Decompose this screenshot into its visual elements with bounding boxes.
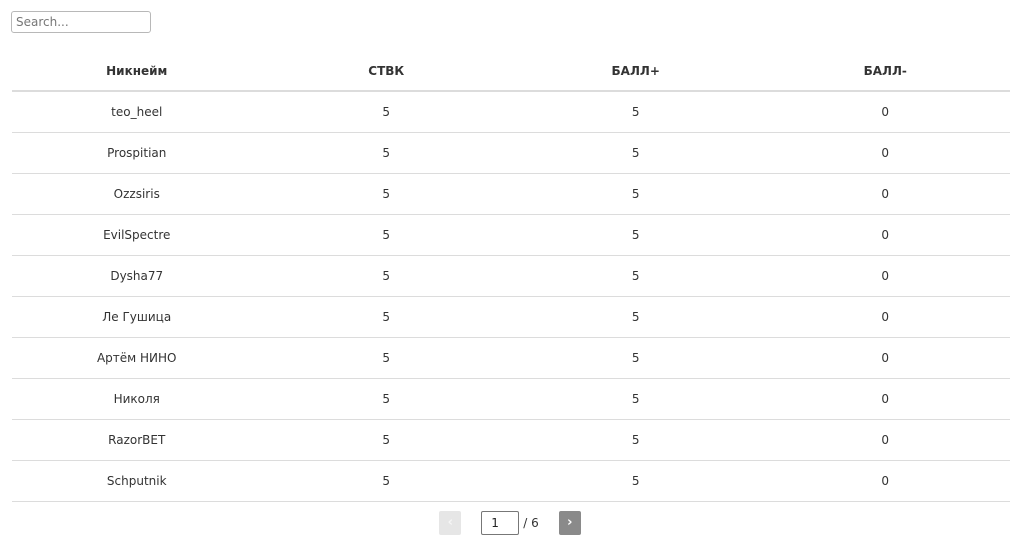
cell-points-minus: 0 xyxy=(760,91,1010,133)
table-row: Dysha77 5 5 0 xyxy=(12,255,1010,297)
cell-stvk: 5 xyxy=(261,460,511,502)
cell-points-plus: 5 xyxy=(511,460,761,502)
cell-points-minus: 0 xyxy=(760,214,1010,256)
cell-stvk: 5 xyxy=(261,296,511,338)
page-total: / 6 xyxy=(523,516,539,530)
next-page-button[interactable]: › xyxy=(558,511,581,535)
cell-nickname: Артём НИНО xyxy=(12,337,262,379)
cell-stvk: 5 xyxy=(261,337,511,379)
cell-nickname: Schputnik xyxy=(12,460,262,502)
cell-points-plus: 5 xyxy=(511,296,761,338)
pagination: ‹ / 6 › xyxy=(0,511,1020,535)
cell-points-plus: 5 xyxy=(511,337,761,379)
cell-points-plus: 5 xyxy=(511,255,761,297)
cell-nickname: RazorBET xyxy=(12,419,262,461)
table-row: Schputnik 5 5 0 xyxy=(12,460,1010,502)
cell-nickname: teo_heel xyxy=(12,91,262,133)
cell-points-plus: 5 xyxy=(511,419,761,461)
column-header-points-minus[interactable]: БАЛЛ- xyxy=(760,51,1010,92)
cell-stvk: 5 xyxy=(261,132,511,174)
cell-stvk: 5 xyxy=(261,255,511,297)
cell-points-minus: 0 xyxy=(760,173,1010,215)
cell-nickname: Prospitian xyxy=(12,132,262,174)
column-header-stvk[interactable]: СТВК xyxy=(261,51,511,92)
cell-points-plus: 5 xyxy=(511,91,761,133)
chevron-right-icon: › xyxy=(567,515,573,530)
prev-page-button[interactable]: ‹ xyxy=(439,511,462,535)
table-row: Ле Гушица 5 5 0 xyxy=(12,296,1010,338)
cell-stvk: 5 xyxy=(261,173,511,215)
table-row: teo_heel 5 5 0 xyxy=(12,91,1010,133)
table-row: Ozzsiris 5 5 0 xyxy=(12,173,1010,215)
cell-nickname: Ле Гушица xyxy=(12,296,262,338)
cell-points-plus: 5 xyxy=(511,378,761,420)
leaderboard-table: Никнейм СТВК БАЛЛ+ БАЛЛ- teo_heel 5 5 0 Pros… xyxy=(12,51,1010,502)
cell-points-plus: 5 xyxy=(511,173,761,215)
column-header-nickname[interactable]: Никнейм xyxy=(12,51,262,92)
cell-points-minus: 0 xyxy=(760,255,1010,297)
cell-nickname: Николя xyxy=(12,378,262,420)
cell-points-minus: 0 xyxy=(760,460,1010,502)
cell-stvk: 5 xyxy=(261,378,511,420)
table-row: Артём НИНО 5 5 0 xyxy=(12,337,1010,379)
cell-nickname: Dysha77 xyxy=(12,255,262,297)
cell-nickname: Ozzsiris xyxy=(12,173,262,215)
cell-stvk: 5 xyxy=(261,91,511,133)
cell-stvk: 5 xyxy=(261,214,511,256)
cell-points-minus: 0 xyxy=(760,132,1010,174)
column-header-points-plus[interactable]: БАЛЛ+ xyxy=(511,51,761,92)
cell-points-minus: 0 xyxy=(760,419,1010,461)
cell-stvk: 5 xyxy=(261,419,511,461)
search-input[interactable] xyxy=(11,11,151,33)
table-row: EvilSpectre 5 5 0 xyxy=(12,214,1010,256)
chevron-left-icon: ‹ xyxy=(447,515,453,530)
cell-points-plus: 5 xyxy=(511,214,761,256)
table-header-row: Никнейм СТВК БАЛЛ+ БАЛЛ- xyxy=(12,51,1010,92)
cell-points-minus: 0 xyxy=(760,337,1010,379)
table-row: RazorBET 5 5 0 xyxy=(12,419,1010,461)
cell-points-plus: 5 xyxy=(511,132,761,174)
cell-points-minus: 0 xyxy=(760,296,1010,338)
cell-points-minus: 0 xyxy=(760,378,1010,420)
table-row: Николя 5 5 0 xyxy=(12,378,1010,420)
page-number-input[interactable] xyxy=(481,511,520,535)
table-row: Prospitian 5 5 0 xyxy=(12,132,1010,174)
cell-nickname: EvilSpectre xyxy=(12,214,262,256)
